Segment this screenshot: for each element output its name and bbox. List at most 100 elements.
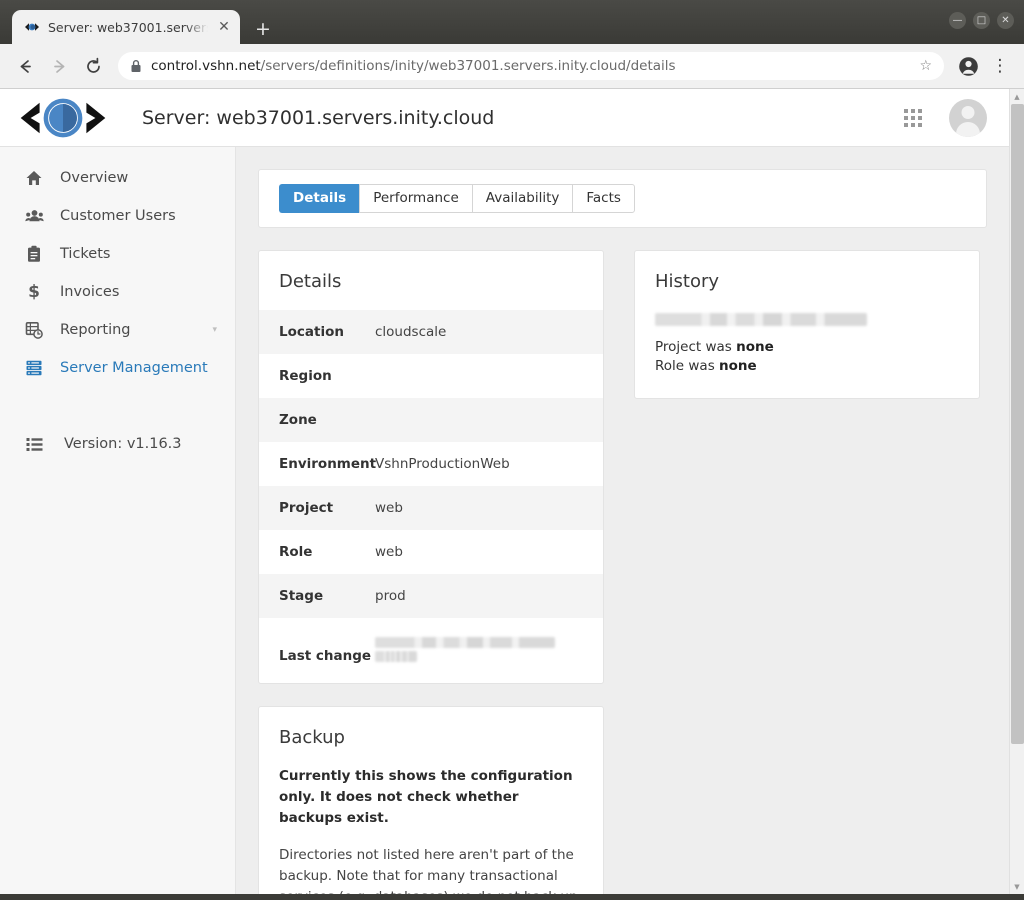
history-line-prefix: Project was [655,339,737,355]
row-value: web [375,544,403,560]
history-card: History Project was none Role was none [634,250,980,399]
row-value: prod [375,588,406,604]
table-row: Project web [259,486,603,530]
backup-paragraph: Directories not listed here aren't part … [279,847,578,894]
table-row: Region [259,354,603,398]
dollar-icon: $ [28,282,40,302]
table-row: Role web [259,530,603,574]
row-key: Stage [279,588,324,604]
sidebar-version-label: Version: v1.16.3 [64,436,182,452]
page-scrollbar[interactable]: ▲ ▼ [1009,89,1024,894]
minimize-button[interactable]: — [949,12,966,29]
row-value: web [375,500,403,516]
history-line-value: none [719,358,757,374]
server-rack-icon [24,358,44,378]
scrollbar-track[interactable] [1010,104,1024,879]
list-icon [24,434,44,454]
tab-performance[interactable]: Performance [359,184,472,213]
tab-bar-card: Details Performance Availability Facts [258,169,987,228]
history-line: Role was none [655,357,959,376]
vshn-eye-favicon [25,23,39,31]
tab-availability[interactable]: Availability [471,184,573,213]
window-bottom-edge [0,894,1024,900]
browser-titlebar: Server: web37001.servers. ✕ + — □ ✕ [0,0,1024,44]
lock-icon [131,60,141,72]
backup-title: Backup [279,727,345,748]
main-content: Details Performance Availability Facts D… [236,147,1009,894]
home-icon [24,168,44,188]
right-column: History Project was none Role was none [634,250,980,399]
profile-avatar-icon[interactable] [954,52,982,80]
row-key: Role [279,544,313,560]
sidebar-item-label: Reporting [60,322,131,338]
sidebar-item-server-management[interactable]: Server Management [0,349,235,387]
sidebar-item-label: Customer Users [60,208,176,224]
new-tab-button[interactable]: + [246,14,280,44]
report-clock-icon [24,320,44,340]
backup-card: Backup Currently this shows the configur… [258,706,604,894]
row-value: cloudscale [375,324,447,340]
chevron-down-icon[interactable]: ▾ [212,325,217,335]
sidebar-item-invoices[interactable]: $ Invoices [0,273,235,311]
close-icon[interactable]: ✕ [216,19,232,35]
table-row: Zone [259,398,603,442]
history-title: History [655,271,720,292]
apps-grid-icon[interactable] [903,108,923,128]
row-key: Location [279,324,344,340]
history-line: Project was none [655,338,959,357]
sidebar: Overview Customer Users Tickets $ Invoic… [0,147,236,894]
forward-button[interactable] [44,51,74,81]
vshn-eye-logo[interactable] [18,95,108,141]
table-row: Location cloudscale [259,310,603,354]
bookmark-star-icon[interactable]: ☆ [919,58,932,74]
history-line-prefix: Role was [655,358,720,374]
web-page: Server: web37001.servers.inity.cloud Ove… [0,89,1009,894]
sidebar-item-customer-users[interactable]: Customer Users [0,197,235,235]
url-host: control.vshn.net [151,58,261,74]
left-column: Details Location cloudscale Region Zone … [258,250,604,894]
browser-menu-button[interactable]: ⋮ [986,52,1014,80]
details-card: Details Location cloudscale Region Zone … [258,250,604,684]
sidebar-item-tickets[interactable]: Tickets [0,235,235,273]
scrollbar-thumb[interactable] [1010,104,1024,744]
browser-tab[interactable]: Server: web37001.servers. ✕ [12,10,240,44]
sidebar-item-label: Overview [60,170,129,186]
history-line-value: none [736,339,774,355]
scroll-down-arrow[interactable]: ▼ [1010,879,1024,894]
tab-details[interactable]: Details [279,184,360,213]
page-body: Overview Customer Users Tickets $ Invoic… [0,147,1009,894]
browser-tab-title: Server: web37001.servers. [48,19,208,35]
close-window-button[interactable]: ✕ [997,12,1014,29]
maximize-button[interactable]: □ [973,12,990,29]
details-title: Details [279,271,342,292]
browser-window: Server: web37001.servers. ✕ + — □ ✕ cont… [0,0,1024,900]
sidebar-item-overview[interactable]: Overview [0,159,235,197]
row-key: Zone [279,412,317,428]
reload-button[interactable] [78,51,108,81]
sidebar-item-reporting[interactable]: Reporting ▾ [0,311,235,349]
url-text: control.vshn.net/servers/definitions/ini… [151,58,910,74]
people-icon [24,206,44,226]
tab-facts[interactable]: Facts [572,184,635,213]
page-title: Server: web37001.servers.inity.cloud [142,106,495,129]
row-key: Region [279,368,332,384]
browser-toolbar: control.vshn.net/servers/definitions/ini… [0,44,1024,88]
table-row: Stage prod [259,574,603,618]
sidebar-item-label: Tickets [60,246,111,262]
window-controls: — □ ✕ [949,12,1014,29]
scroll-up-arrow[interactable]: ▲ [1010,89,1024,104]
address-bar[interactable]: control.vshn.net/servers/definitions/ini… [118,52,944,80]
content-columns: Details Location cloudscale Region Zone … [258,250,987,894]
sidebar-item-label: Server Management [60,360,208,376]
backup-body: Currently this shows the configuration o… [259,766,603,894]
row-value [375,412,583,428]
user-avatar-icon[interactable] [949,98,987,137]
clipboard-icon [24,244,44,264]
row-value: VshnProductionWeb [375,456,510,472]
row-key: Project [279,500,334,516]
back-button[interactable] [10,51,40,81]
row-key: Environment [279,456,377,472]
browser-viewport: Server: web37001.servers.inity.cloud Ove… [0,88,1024,894]
tab-bar: Details Performance Availability Facts [279,184,966,213]
